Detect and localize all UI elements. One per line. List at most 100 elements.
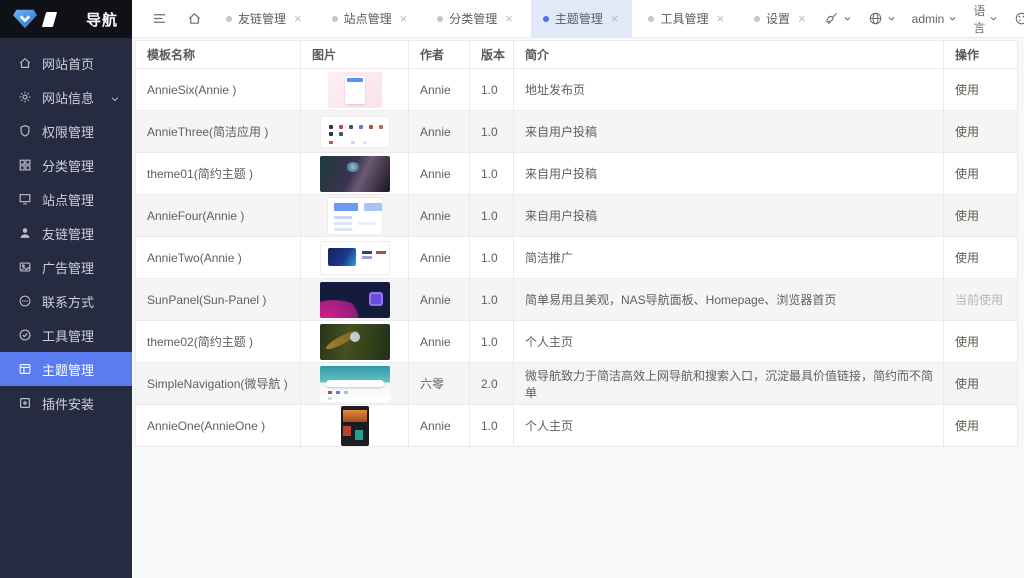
- table-header-row: 模板名称 图片 作者 版本 简介 操作: [135, 40, 1018, 69]
- theme-version: 2.0: [469, 362, 514, 405]
- sidebar-item-contact[interactable]: 联系方式: [0, 284, 132, 318]
- theme-thumbnail: [319, 323, 390, 360]
- col-header-author: 作者: [408, 40, 470, 69]
- theme-thumbnail: [319, 155, 390, 192]
- sidebar-item-friend-links[interactable]: 友链管理: [0, 216, 132, 250]
- use-theme-button[interactable]: 使用: [955, 377, 979, 391]
- tab-categories[interactable]: 分类管理 ×: [425, 0, 527, 37]
- theme-author: Annie: [408, 194, 470, 237]
- theme-author: 六零: [408, 362, 470, 405]
- gem-logo-icon: [12, 8, 38, 30]
- home-tab-icon[interactable]: [179, 0, 210, 37]
- tab-settings[interactable]: 设置 ×: [742, 0, 820, 37]
- image-icon: [18, 260, 32, 274]
- user-dropdown[interactable]: admin: [912, 12, 958, 26]
- chevron-down-icon: [887, 14, 896, 23]
- main-area: 友链管理 × 站点管理 × 分类管理 × 主题管理 × 工具管理 × 设置 × …: [132, 0, 1024, 578]
- theme-version: 1.0: [469, 404, 514, 447]
- close-icon[interactable]: ×: [714, 11, 726, 26]
- layout-icon: [18, 362, 32, 376]
- theme-name: theme02(简约主题 ): [135, 320, 301, 363]
- app-window: 导航 网站首页 网站信息 权限管理 分类管理 站点管理 友链管理 广告管理 联系…: [0, 0, 1024, 578]
- chevron-down-icon: [843, 14, 852, 23]
- close-icon[interactable]: ×: [503, 11, 515, 26]
- sidebar-item-plugins[interactable]: 插件安装: [0, 386, 132, 420]
- theme-name: SunPanel(Sun-Panel ): [135, 278, 301, 321]
- theme-name: AnnieThree(简洁应用 ): [135, 110, 301, 153]
- theme-desc: 微导航致力于简洁高效上网导航和搜索入口，沉淀最具价值链接，简约而不简单: [513, 362, 944, 405]
- plugin-icon: [18, 396, 32, 410]
- theme-version: 1.0: [469, 110, 514, 153]
- tab-dot: [648, 15, 655, 22]
- theme-name: theme01(简约主题 ): [135, 152, 301, 195]
- clear-cache-icon: [824, 11, 839, 26]
- sidebar-item-themes[interactable]: 主题管理: [0, 352, 132, 386]
- theme-thumbnail: [319, 365, 390, 402]
- use-theme-button[interactable]: 使用: [955, 419, 979, 433]
- user-icon: [18, 226, 32, 240]
- topbar: 友链管理 × 站点管理 × 分类管理 × 主题管理 × 工具管理 × 设置 × …: [132, 0, 1024, 38]
- close-icon[interactable]: ×: [398, 11, 410, 26]
- tab-friend-links[interactable]: 友链管理 ×: [214, 0, 316, 37]
- close-icon[interactable]: ×: [796, 11, 808, 26]
- table-row: theme02(简约主题 ) Annie 1.0 个人主页 使用: [135, 320, 1018, 363]
- language-label: 语言: [973, 3, 986, 35]
- theme-thumbnail: [319, 281, 390, 318]
- collapse-menu-icon[interactable]: [144, 0, 175, 37]
- theme-version: 1.0: [469, 278, 514, 321]
- tab-dot: [437, 15, 444, 22]
- use-theme-button[interactable]: 使用: [955, 251, 979, 265]
- col-header-image: 图片: [300, 40, 409, 69]
- theme-thumbnail: [326, 196, 383, 235]
- close-icon[interactable]: ×: [609, 11, 621, 26]
- use-theme-button[interactable]: 使用: [955, 209, 979, 223]
- theme-author: Annie: [408, 278, 470, 321]
- use-theme-button[interactable]: 使用: [955, 125, 979, 139]
- tab-themes[interactable]: 主题管理 ×: [530, 0, 633, 37]
- use-theme-button[interactable]: 使用: [955, 335, 979, 349]
- theme-desc: 地址发布页: [513, 68, 944, 111]
- sidebar-item-tools[interactable]: 工具管理: [0, 318, 132, 352]
- site-links-dropdown[interactable]: [868, 11, 896, 26]
- sidebar-item-site-info[interactable]: 网站信息: [0, 80, 132, 114]
- theme-desc: 来自用户投稿: [513, 110, 944, 153]
- logo-wedge-shape: [41, 11, 58, 27]
- globe-icon: [868, 11, 883, 26]
- theme-thumbnail: [327, 71, 382, 108]
- current-theme-status: 当前使用: [955, 293, 1004, 307]
- sidebar-nav: 网站首页 网站信息 权限管理 分类管理 站点管理 友链管理 广告管理 联系方式 …: [0, 38, 132, 420]
- close-icon[interactable]: ×: [292, 11, 304, 26]
- tab-tools[interactable]: 工具管理 ×: [636, 0, 738, 37]
- sidebar-item-ads[interactable]: 广告管理: [0, 250, 132, 284]
- check-circle-icon: [18, 328, 32, 342]
- sidebar-item-sites[interactable]: 站点管理: [0, 182, 132, 216]
- use-theme-button[interactable]: 使用: [955, 167, 979, 181]
- theme-version: 1.0: [469, 152, 514, 195]
- contact-icon: [18, 294, 32, 308]
- theme-author: Annie: [408, 152, 470, 195]
- theme-desc: 来自用户投稿: [513, 152, 944, 195]
- chevron-down-icon: [110, 92, 120, 107]
- themes-table: 模板名称 图片 作者 版本 简介 操作 AnnieSix(Annie ) Ann…: [135, 40, 1018, 447]
- theme-version: 1.0: [469, 68, 514, 111]
- sidebar-item-categories[interactable]: 分类管理: [0, 148, 132, 182]
- username: admin: [911, 11, 945, 26]
- table-row: theme01(简约主题 ) Annie 1.0 来自用户投稿 使用: [135, 152, 1018, 195]
- language-dropdown[interactable]: 语言: [973, 2, 998, 36]
- topbar-right: admin 语言: [824, 2, 1024, 36]
- tab-sites[interactable]: 站点管理 ×: [320, 0, 422, 37]
- content-area: 模板名称 图片 作者 版本 简介 操作 AnnieSix(Annie ) Ann…: [132, 38, 1024, 578]
- theme-name: AnnieOne(AnnieOne ): [135, 404, 301, 447]
- sidebar-item-site-home[interactable]: 网站首页: [0, 46, 132, 80]
- logo-title: 导航: [85, 11, 118, 29]
- sidebar-item-permissions[interactable]: 权限管理: [0, 114, 132, 148]
- theme-thumbnail: [340, 405, 369, 446]
- table-row: AnnieSix(Annie ) Annie 1.0 地址发布页 使用: [135, 68, 1018, 111]
- shield-icon: [18, 124, 32, 138]
- clear-cache-dropdown[interactable]: [824, 11, 852, 26]
- col-header-action: 操作: [943, 40, 1018, 69]
- col-header-version: 版本: [469, 40, 514, 69]
- use-theme-button[interactable]: 使用: [955, 83, 979, 97]
- theme-name: AnnieSix(Annie ): [135, 68, 301, 111]
- theme-palette-icon[interactable]: [1014, 11, 1024, 26]
